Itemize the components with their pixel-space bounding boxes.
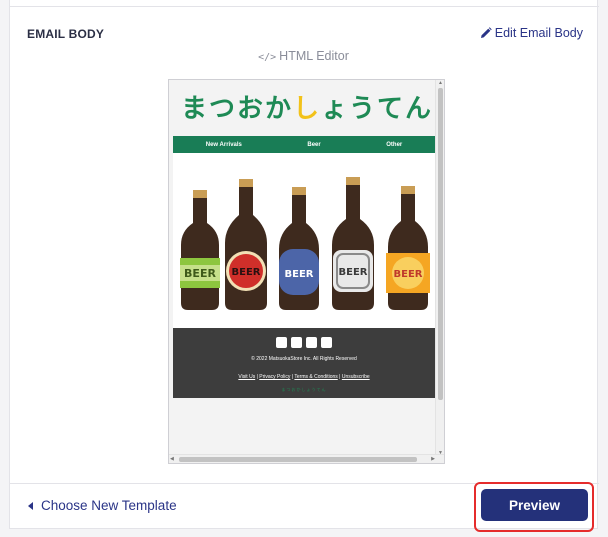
preview-button[interactable]: Preview — [481, 489, 588, 521]
footer-link-privacy: Privacy Policy — [259, 374, 291, 380]
divider — [10, 6, 599, 7]
html-editor-link[interactable]: </> HTML Editor — [10, 49, 597, 63]
email-body-panel: EMAIL BODY Edit Email Body </> HTML Edito… — [9, 0, 599, 529]
pencil-icon — [480, 27, 492, 38]
horizontal-scrollbar[interactable]: ◀ ▶ — [169, 454, 444, 463]
svg-text:BEER: BEER — [232, 267, 261, 278]
scroll-up-icon[interactable]: ▲ — [438, 80, 443, 86]
email-preview: まつおかしょうてん New Arrivals Beer Other BEER B… — [173, 80, 435, 458]
svg-text:BEER: BEER — [394, 269, 423, 280]
svg-text:BEER: BEER — [184, 267, 216, 280]
email-footer: © 2022 MatsuokaStore Inc. All Rights Res… — [173, 328, 435, 398]
twitter-icon — [291, 337, 302, 348]
edit-email-body-label: Edit Email Body — [494, 26, 583, 40]
email-nav-bar: New Arrivals Beer Other — [173, 136, 435, 153]
store-logo: まつおかしょうてん — [181, 94, 434, 124]
bottle-blue: BEER — [279, 187, 319, 310]
scroll-right-icon[interactable]: ▶ — [431, 456, 435, 462]
scroll-left-icon[interactable]: ◀ — [170, 456, 174, 462]
choose-new-template-label: Choose New Template — [41, 498, 177, 513]
horizontal-scroll-thumb[interactable] — [179, 457, 417, 462]
email-nav-other: Other — [386, 141, 403, 148]
bottle-orange: BEER — [386, 186, 430, 310]
footer-link-unsubscribe: Unsubscribe — [341, 374, 370, 380]
email-nav-new-arrivals: New Arrivals — [205, 141, 242, 148]
footer-link-visit: Visit Us — [238, 374, 256, 380]
footer-link-terms: Terms & Conditions — [294, 374, 338, 380]
vertical-scroll-thumb[interactable] — [438, 88, 443, 400]
facebook-icon — [276, 337, 287, 348]
caret-left-icon — [28, 501, 33, 510]
beer-bottles-image: BEER BEER BEER BEER BEER — [173, 153, 435, 328]
footer-links: Visit Us | Privacy Policy | Terms & Cond… — [238, 374, 370, 380]
bottle-green: BEER — [180, 190, 220, 310]
instagram-icon — [306, 337, 317, 348]
bottle-gray: BEER — [332, 177, 374, 310]
vertical-scrollbar[interactable]: ▲ ▼ — [435, 80, 444, 456]
youtube-icon — [321, 337, 332, 348]
section-title: EMAIL BODY — [27, 27, 105, 41]
bottle-red: BEER — [225, 179, 267, 310]
footer-logo: まつおかしょうてん — [281, 387, 327, 392]
html-editor-label: HTML Editor — [279, 49, 349, 63]
email-nav-beer: Beer — [307, 141, 321, 148]
email-preview-frame[interactable]: まつおかしょうてん New Arrivals Beer Other BEER B… — [168, 79, 445, 464]
copyright-text: © 2022 MatsuokaStore Inc. All Rights Res… — [251, 356, 357, 362]
svg-text:BEER: BEER — [285, 269, 314, 280]
choose-new-template-link[interactable]: Choose New Template — [28, 498, 177, 513]
svg-text:BEER: BEER — [339, 267, 368, 278]
edit-email-body-link[interactable]: Edit Email Body — [480, 26, 583, 40]
social-links — [173, 337, 435, 348]
code-icon: </> — [258, 52, 277, 63]
